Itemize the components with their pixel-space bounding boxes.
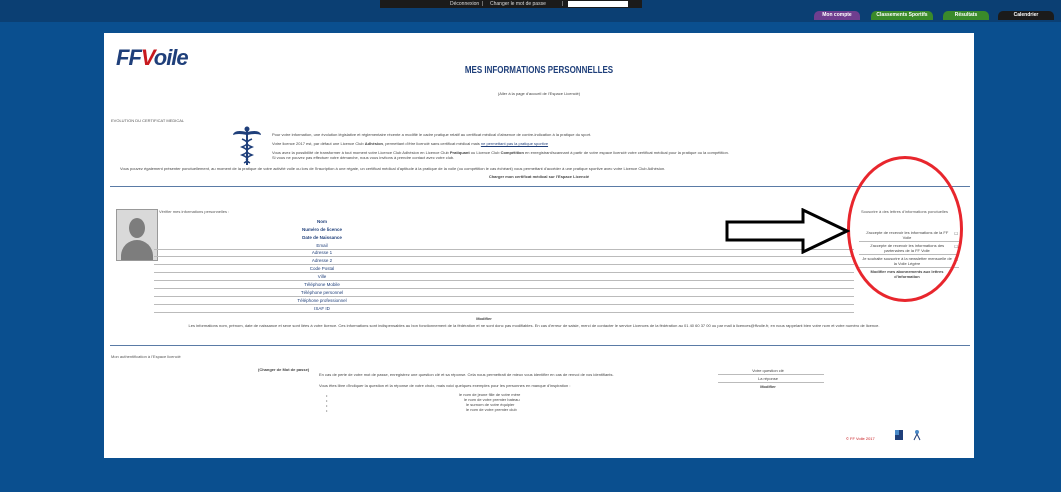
- question-field[interactable]: [718, 374, 824, 375]
- logout-link[interactable]: Déconnexion: [450, 0, 479, 8]
- answer-label: La réponse: [757, 376, 778, 381]
- tab-mon-compte[interactable]: Mon compte: [814, 11, 860, 20]
- main-tabs: Mon compte Classements Sportifs Résultat…: [0, 11, 1061, 21]
- account-bar: Déconnexion | Changer le mot de passe |: [380, 0, 642, 8]
- field-city: Ville: [317, 274, 327, 279]
- ffvoile-logo: FFVoile: [116, 45, 189, 70]
- auth-paragraph-1: En cas de perte de votre mot de passe, e…: [319, 372, 614, 377]
- medical-paragraph-1: Pour votre information, une évolution lé…: [272, 132, 592, 137]
- field-isaf: ISAF ID: [314, 306, 330, 311]
- page-title: MES INFORMATIONS PERSONNELLES: [464, 65, 614, 76]
- field-postal-code: Code Postal: [309, 266, 335, 271]
- field-birthdate: Date de Naissance: [302, 235, 342, 240]
- change-password-link[interactable]: (Changer de Mot de passe): [258, 367, 309, 372]
- field-divider: [154, 288, 854, 289]
- medical-paragraph-2: Votre licence 2017 est, par défaut une L…: [272, 141, 549, 146]
- change-password-link[interactable]: Changer le mot de passe: [490, 0, 546, 8]
- user-name-box: [568, 1, 628, 7]
- verify-label: Vérifier mes informations personnelles :: [159, 209, 230, 214]
- auth-heading: Mon authentification à l'Espace licencié: [111, 354, 181, 359]
- field-email: Email: [316, 243, 328, 248]
- tab-resultats[interactable]: Résultats: [943, 11, 989, 20]
- field-divider: [154, 272, 854, 273]
- field-mobile: Téléphone Mobile: [304, 282, 340, 287]
- field-address2: Adresse 2: [311, 258, 333, 263]
- upload-certificate-link[interactable]: Charger mon certificat médical sur l'Esp…: [104, 174, 974, 179]
- field-divider: [154, 256, 854, 257]
- modify-auth-button[interactable]: Modifier: [718, 384, 818, 389]
- field-divider: [154, 312, 854, 313]
- question-label: Votre question clé: [752, 368, 784, 373]
- bullet-list: • • • •: [326, 393, 328, 413]
- caduceus-icon: [233, 126, 261, 165]
- medical-heading: EVOLUTION DU CERTIFICAT MEDICAL: [111, 118, 185, 123]
- auth-paragraph-2: Vous êtes libre d'indiquer la question e…: [319, 383, 571, 388]
- example-4: le nom de votre premier club: [466, 407, 517, 412]
- sailor-icon[interactable]: [912, 429, 922, 441]
- field-divider: [154, 304, 854, 305]
- divider: [110, 345, 970, 346]
- ffvoile-flag-icon[interactable]: [894, 429, 904, 441]
- separator: |: [482, 1, 484, 7]
- separator: |: [562, 1, 564, 7]
- answer-field[interactable]: [718, 382, 824, 383]
- highlight-circle: [847, 156, 963, 302]
- field-divider: [154, 280, 854, 281]
- annotation-arrow-icon: [725, 208, 850, 254]
- tab-classements[interactable]: Classements Sportifs: [871, 11, 933, 20]
- tab-calendrier[interactable]: Calendrier: [998, 11, 1054, 20]
- field-phone-pro: Téléphone professionnel: [297, 298, 347, 303]
- field-nom: Nom: [317, 219, 327, 224]
- field-address1: Adresse 1: [311, 250, 333, 255]
- avatar: [116, 209, 158, 261]
- copyright: © FF Voile 2017: [846, 436, 875, 441]
- field-phone-personal: Téléphone personnel: [300, 290, 344, 295]
- field-licence: Numéro de licence: [301, 227, 342, 232]
- home-link[interactable]: (Aller à la page d'accueil de l'Espace L…: [104, 91, 974, 96]
- medical-paragraph-4: Vous pouvez également présenter ponctuel…: [120, 166, 666, 171]
- medical-paragraph-3b: Si vous ne pouvez pas effectuer votre dé…: [272, 155, 455, 160]
- field-divider: [154, 296, 854, 297]
- modify-personal-button[interactable]: Modifier: [104, 316, 864, 321]
- field-divider: [154, 264, 854, 265]
- divider: [110, 186, 970, 187]
- personal-notice: Les informations nom, prénom, date de na…: [188, 323, 880, 328]
